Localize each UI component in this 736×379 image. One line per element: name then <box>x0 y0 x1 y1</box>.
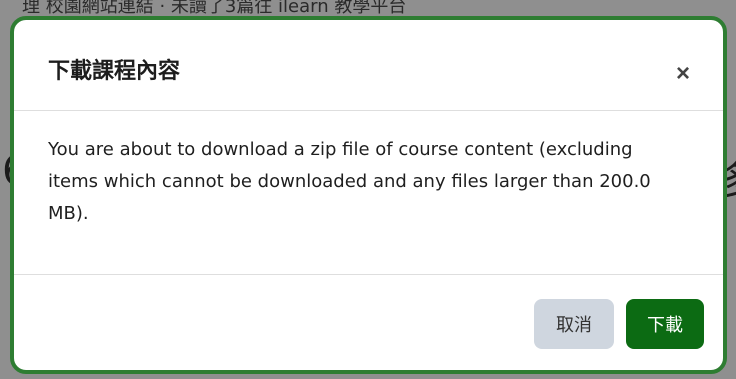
dialog-footer: 取消 下載 <box>14 275 723 370</box>
dialog-body: You are about to download a zip file of … <box>14 111 723 275</box>
close-icon: × <box>675 60 690 87</box>
download-button[interactable]: 下載 <box>626 299 704 349</box>
download-course-content-dialog: 下載課程內容 × You are about to download a zip… <box>10 16 727 374</box>
cancel-button[interactable]: 取消 <box>534 299 614 349</box>
dialog-title: 下載課程內容 <box>48 59 181 84</box>
dialog-header: 下載課程內容 × <box>14 20 723 111</box>
close-button[interactable]: × <box>669 60 697 88</box>
dialog-message: You are about to download a zip file of … <box>48 139 651 224</box>
